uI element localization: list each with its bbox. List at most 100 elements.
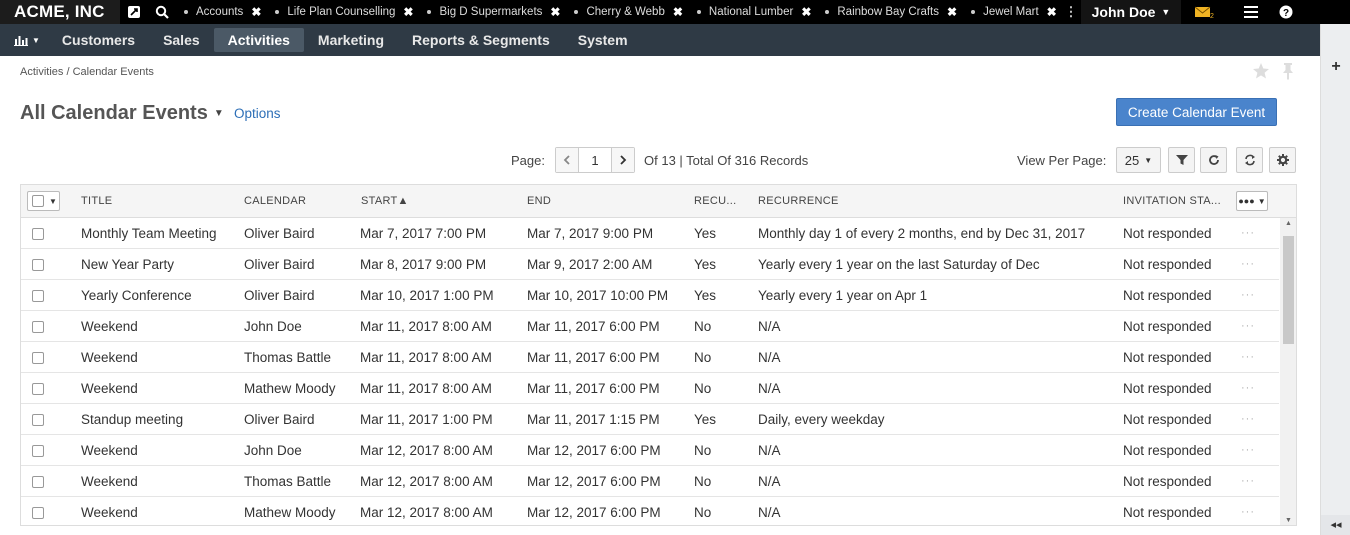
grid-body: Monthly Team Meeting Oliver Baird Mar 7, 2… bbox=[21, 218, 1279, 525]
tabs-more-icon[interactable]: ⋮ bbox=[1061, 0, 1081, 24]
grid-settings-button[interactable] bbox=[1269, 147, 1296, 173]
table-row[interactable]: Standup meeting Oliver Baird Mar 11, 2017 … bbox=[21, 404, 1279, 435]
recent-tab[interactable]: Accounts ✖ bbox=[176, 0, 267, 24]
row-actions-icon[interactable]: ··· bbox=[1241, 342, 1255, 373]
table-row[interactable]: Weekend Mathew Moody Mar 11, 2017 8:00 AM M… bbox=[21, 373, 1279, 404]
recent-tab[interactable]: National Lumber ✖ bbox=[689, 0, 817, 24]
grid-scrollbar[interactable]: ▲ ▼ bbox=[1280, 218, 1296, 525]
filter-icon bbox=[1175, 155, 1188, 165]
recent-tab[interactable]: Cherry & Webb ✖ bbox=[566, 0, 688, 24]
close-icon[interactable]: ✖ bbox=[1047, 5, 1057, 19]
recent-tab[interactable]: Jewel Mart ✖ bbox=[963, 0, 1061, 24]
row-actions-icon[interactable]: ··· bbox=[1241, 466, 1255, 497]
row-actions-icon[interactable]: ··· bbox=[1241, 311, 1255, 342]
search-icon[interactable] bbox=[148, 0, 176, 24]
svg-text:?: ? bbox=[1283, 8, 1289, 19]
page-number-input[interactable] bbox=[578, 148, 612, 172]
collapse-dock-icon[interactable]: ◂◂ bbox=[1321, 515, 1350, 535]
page-title[interactable]: All Calendar Events ▼ bbox=[20, 102, 224, 125]
row-actions-icon[interactable]: ··· bbox=[1241, 404, 1255, 435]
scroll-up-icon[interactable]: ▲ bbox=[1280, 220, 1296, 227]
table-row[interactable]: Weekend Mathew Moody Mar 12, 2017 8:00 AM M… bbox=[21, 497, 1279, 525]
row-checkbox[interactable] bbox=[32, 476, 44, 488]
nav-item-sales[interactable]: Sales bbox=[149, 28, 214, 52]
row-checkbox[interactable] bbox=[32, 259, 44, 271]
close-icon[interactable]: ✖ bbox=[801, 5, 811, 19]
cell-title: Yearly Conference bbox=[81, 288, 192, 303]
user-menu[interactable]: John Doe ▼ bbox=[1081, 0, 1181, 24]
table-row[interactable]: New Year Party Oliver Baird Mar 8, 2017 9:… bbox=[21, 249, 1279, 280]
row-checkbox[interactable] bbox=[32, 321, 44, 333]
table-row[interactable]: Weekend John Doe Mar 12, 2017 8:00 AM Mar 1… bbox=[21, 435, 1279, 466]
table-row[interactable]: Yearly Conference Oliver Baird Mar 10, 201… bbox=[21, 280, 1279, 311]
close-icon[interactable]: ✖ bbox=[403, 5, 413, 19]
refresh-button[interactable] bbox=[1236, 147, 1263, 173]
pager-total: Of 13 | Total Of 316 Records bbox=[644, 153, 809, 168]
nav-item-activities[interactable]: Activities bbox=[213, 28, 304, 52]
row-checkbox[interactable] bbox=[32, 507, 44, 519]
column-header-title[interactable]: TITLE bbox=[81, 185, 231, 218]
recent-tab[interactable]: Life Plan Counselling ✖ bbox=[267, 0, 419, 24]
column-header-end[interactable]: END bbox=[527, 185, 677, 218]
mail-badge: 2 bbox=[1210, 13, 1214, 19]
nav-item-customers[interactable]: Customers bbox=[48, 28, 149, 52]
table-row[interactable]: Weekend Thomas Battle Mar 12, 2017 8:00 AM… bbox=[21, 466, 1279, 497]
row-actions-icon[interactable]: ··· bbox=[1241, 497, 1255, 525]
row-actions-icon[interactable]: ··· bbox=[1241, 249, 1255, 280]
close-icon[interactable]: ✖ bbox=[673, 5, 683, 19]
next-page-button[interactable] bbox=[612, 148, 634, 172]
recent-tab[interactable]: Rainbow Bay Crafts ✖ bbox=[817, 0, 963, 24]
grid-actions-menu[interactable]: ●●● ▼ bbox=[1236, 191, 1268, 211]
filter-button[interactable] bbox=[1168, 147, 1195, 173]
breadcrumb[interactable]: Activities / Calendar Events bbox=[20, 66, 154, 78]
mail-notifications[interactable]: 2 bbox=[1181, 0, 1231, 24]
column-header-start[interactable]: START▲ bbox=[361, 185, 511, 218]
reset-button[interactable] bbox=[1200, 147, 1227, 173]
row-actions-icon[interactable]: ··· bbox=[1241, 373, 1255, 404]
close-icon[interactable]: ✖ bbox=[251, 5, 261, 19]
row-checkbox[interactable] bbox=[32, 383, 44, 395]
star-icon[interactable] bbox=[1252, 62, 1270, 80]
cell-title: Weekend bbox=[81, 443, 138, 458]
table-row[interactable]: Weekend John Doe Mar 11, 2017 8:00 AM Mar 1… bbox=[21, 311, 1279, 342]
pin-icon[interactable] bbox=[1280, 62, 1296, 80]
recent-tab[interactable]: Big D Supermarkets ✖ bbox=[419, 0, 566, 24]
column-header-invitation-status[interactable]: INVITATION STA... bbox=[1123, 185, 1233, 218]
options-link[interactable]: Options bbox=[234, 106, 281, 121]
add-widget-icon[interactable]: + bbox=[1321, 58, 1350, 76]
column-header-recurrence[interactable]: RECURRENCE bbox=[758, 185, 1058, 218]
prev-page-button[interactable] bbox=[556, 148, 578, 172]
row-actions-icon[interactable]: ··· bbox=[1241, 218, 1255, 249]
select-all-checkbox[interactable] bbox=[32, 195, 44, 207]
close-icon[interactable]: ✖ bbox=[550, 5, 560, 19]
brand-logo[interactable]: ACME, INC bbox=[0, 0, 120, 24]
pin-board-icon[interactable] bbox=[120, 0, 148, 24]
nav-item-marketing[interactable]: Marketing bbox=[304, 28, 398, 52]
table-row[interactable]: Weekend Thomas Battle Mar 11, 2017 8:00 AM… bbox=[21, 342, 1279, 373]
close-icon[interactable]: ✖ bbox=[947, 5, 957, 19]
cell-recurring: No bbox=[694, 474, 712, 489]
cell-end: Mar 11, 2017 6:00 PM bbox=[527, 381, 660, 396]
create-calendar-event-button[interactable]: Create Calendar Event bbox=[1116, 98, 1277, 126]
select-all-dropdown[interactable]: ▼ bbox=[27, 191, 60, 211]
column-header-calendar[interactable]: CALENDAR bbox=[244, 185, 354, 218]
row-checkbox[interactable] bbox=[32, 352, 44, 364]
row-actions-icon[interactable]: ··· bbox=[1241, 435, 1255, 466]
row-actions-icon[interactable]: ··· bbox=[1241, 280, 1255, 311]
row-checkbox[interactable] bbox=[32, 414, 44, 426]
nav-item-system[interactable]: System bbox=[564, 28, 642, 52]
per-page-select[interactable]: 25 ▼ bbox=[1116, 147, 1161, 173]
cell-title: Weekend bbox=[81, 350, 138, 365]
dashboard-menu[interactable]: ▼ bbox=[6, 34, 48, 46]
scroll-down-icon[interactable]: ▼ bbox=[1280, 517, 1296, 524]
row-checkbox[interactable] bbox=[32, 290, 44, 302]
nav-item-reports-segments[interactable]: Reports & Segments bbox=[398, 28, 564, 52]
hamburger-menu-icon[interactable] bbox=[1231, 0, 1271, 24]
row-checkbox[interactable] bbox=[32, 228, 44, 240]
row-checkbox[interactable] bbox=[32, 445, 44, 457]
help-icon[interactable]: ? bbox=[1271, 0, 1301, 24]
column-header-recurring[interactable]: RECU... bbox=[694, 185, 744, 218]
page-actions bbox=[1252, 62, 1296, 80]
table-row[interactable]: Monthly Team Meeting Oliver Baird Mar 7, 2… bbox=[21, 218, 1279, 249]
scrollbar-thumb[interactable] bbox=[1283, 236, 1294, 344]
